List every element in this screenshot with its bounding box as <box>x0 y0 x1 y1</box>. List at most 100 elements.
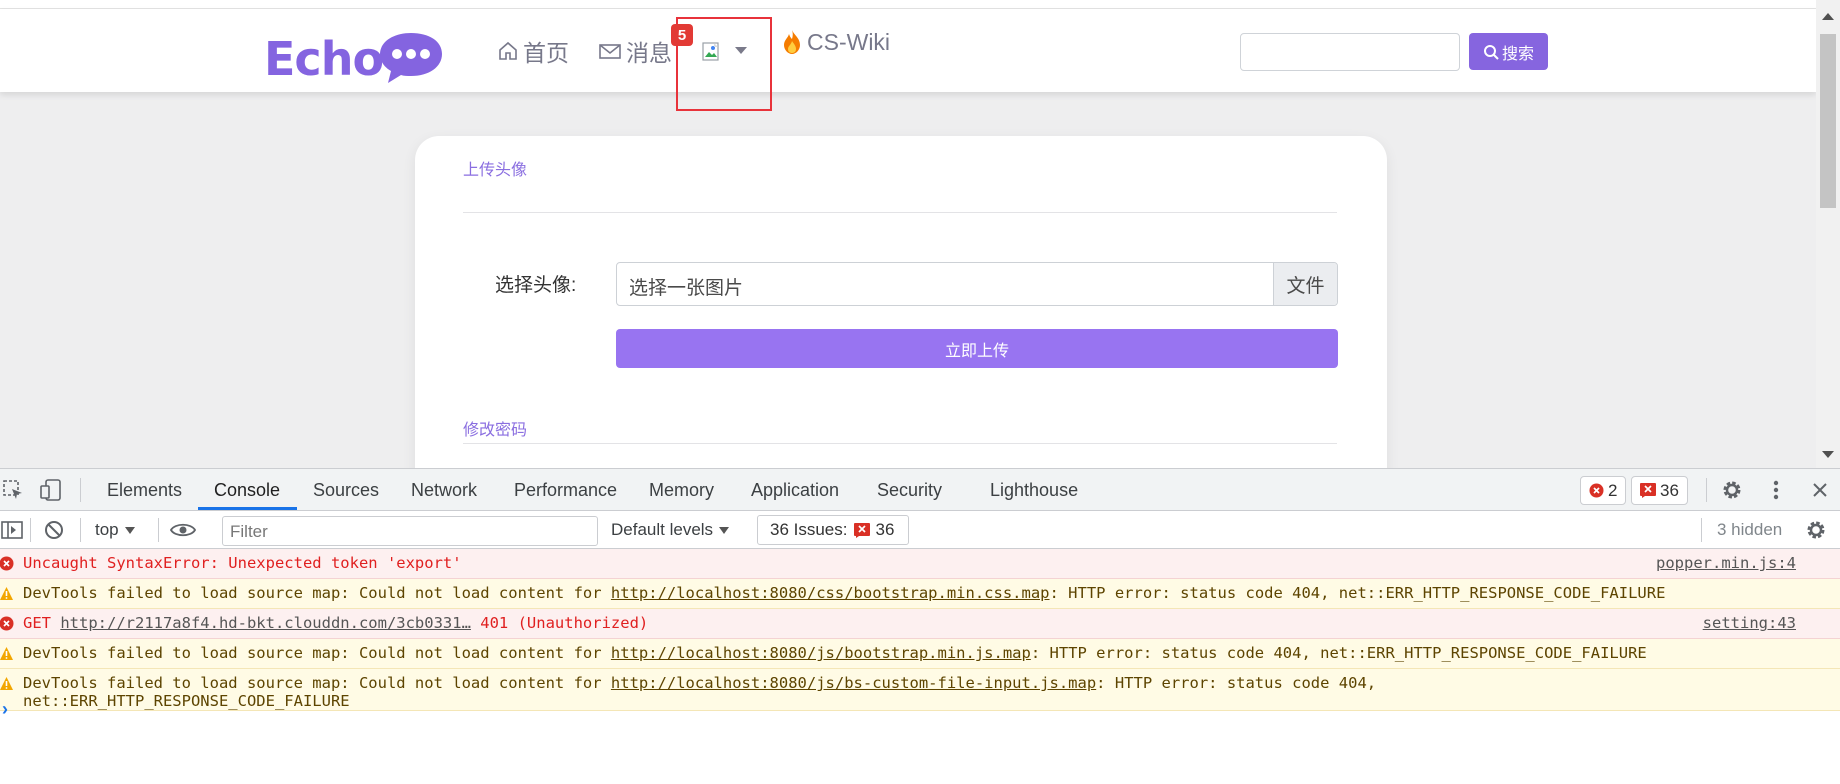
log-source-link[interactable]: popper.min.js:4 <box>1656 554 1796 572</box>
error-circle-icon <box>1589 483 1604 498</box>
live-expression-eye-icon[interactable] <box>169 520 197 540</box>
error-circle-icon <box>0 556 14 571</box>
console-filter-input[interactable]: Filter <box>222 516 598 546</box>
device-toolbar-icon[interactable] <box>38 478 64 502</box>
logo-text: Echo <box>264 32 384 86</box>
web-viewport: Echo 首页 消息 5 CS-Wiki 搜索 上传头像 选择头像: 选择一张图… <box>0 0 1840 468</box>
issue-flag-icon <box>1640 483 1656 498</box>
envelope-icon <box>599 44 621 59</box>
section-title-upload-avatar: 上传头像 <box>463 162 528 179</box>
console-warning-row[interactable]: DevTools failed to load source map: Coul… <box>0 639 1840 669</box>
tab-memory[interactable]: Memory <box>649 469 714 511</box>
section-title-change-password: 修改密码 <box>463 422 528 439</box>
log-message: DevTools failed to load source map: Coul… <box>23 584 1666 602</box>
avatar-field-label: 选择头像: <box>495 275 577 296</box>
search-button-label: 搜索 <box>1501 45 1534 63</box>
warning-triangle-icon <box>0 647 13 660</box>
error-count: 2 <box>1608 480 1618 500</box>
site-logo[interactable]: Echo <box>264 29 444 86</box>
log-message: DevTools failed to load source map: Coul… <box>23 674 1377 692</box>
scrollbar-thumb[interactable] <box>1820 34 1836 208</box>
levels-dropdown-caret-icon <box>719 527 730 535</box>
chat-bubble-icon <box>380 33 442 83</box>
tab-sources[interactable]: Sources <box>313 469 379 511</box>
issue-count-chip[interactable]: 36 <box>1631 476 1688 505</box>
page: Echo 首页 消息 5 CS-Wiki 搜索 上传头像 选择头像: 选择一张图… <box>0 0 1840 784</box>
log-url-link[interactable]: http://r2117a8f4.hd-bkt.clouddn.com/3cb0… <box>60 614 471 632</box>
tab-lighthouse[interactable]: Lighthouse <box>990 469 1078 511</box>
issue-flag-icon <box>853 522 870 538</box>
settings-gear-icon[interactable] <box>1720 478 1744 502</box>
more-options-icon[interactable] <box>1764 478 1788 502</box>
toolbar-separator <box>80 518 81 542</box>
tab-network[interactable]: Network <box>411 469 477 511</box>
upload-now-button[interactable]: 立即上传 <box>616 329 1338 368</box>
console-warning-row[interactable]: DevTools failed to load source map: Coul… <box>0 669 1840 711</box>
toolbar-separator <box>1701 518 1702 542</box>
toolbar-separator <box>158 518 159 542</box>
search-input[interactable] <box>1240 33 1460 71</box>
error-circle-icon <box>0 616 14 631</box>
tab-console[interactable]: Console <box>214 469 280 511</box>
log-source-link[interactable]: setting:43 <box>1703 614 1796 632</box>
issue-count: 36 <box>1660 480 1679 500</box>
warning-triangle-icon <box>0 587 13 600</box>
context-dropdown-caret-icon <box>124 527 135 535</box>
file-input-placeholder: 选择一张图片 <box>629 278 744 299</box>
avatar-file-input[interactable]: 选择一张图片 文件 <box>616 262 1338 306</box>
nav-messages-label: 消息 <box>626 40 672 66</box>
tab-performance[interactable]: Performance <box>514 469 617 511</box>
message-count-badge: 5 <box>671 24 693 46</box>
inspect-element-icon[interactable] <box>0 478 26 502</box>
hidden-messages-count: 3 hidden <box>1717 520 1783 539</box>
console-error-row[interactable]: GET http://r2117a8f4.hd-bkt.clouddn.com/… <box>0 609 1840 639</box>
nav-cs-wiki[interactable]: CS-Wiki <box>781 26 890 58</box>
devtools-panel: Elements Console Sources Network Perform… <box>0 468 1840 784</box>
console-toolbar: top Filter Default levels 36 Issues: 36 … <box>0 511 1840 549</box>
tab-elements[interactable]: Elements <box>107 469 182 511</box>
close-icon[interactable] <box>1808 478 1832 502</box>
active-tab-indicator <box>198 507 297 510</box>
log-url-link[interactable]: http://localhost:8080/css/bootstrap.min.… <box>611 584 1050 602</box>
section-divider <box>463 443 1337 444</box>
log-message: GET http://r2117a8f4.hd-bkt.clouddn.com/… <box>23 614 649 632</box>
console-error-row[interactable]: Uncaught SyntaxError: Unexpected token '… <box>0 549 1840 579</box>
tab-application[interactable]: Application <box>751 469 839 511</box>
context-selector-label: top <box>95 520 119 539</box>
home-icon <box>499 41 517 60</box>
log-levels-dropdown[interactable]: Default levels <box>611 520 730 540</box>
issues-label: 36 Issues: <box>770 520 848 539</box>
file-browse-button[interactable]: 文件 <box>1273 263 1337 305</box>
nav-home[interactable]: 首页 <box>497 35 569 67</box>
issues-count: 36 <box>875 520 895 539</box>
nav-messages[interactable]: 消息 <box>598 35 672 67</box>
error-count-chip[interactable]: 2 <box>1580 476 1627 505</box>
toolbar-separator <box>30 518 31 542</box>
scroll-down-arrow-icon[interactable] <box>1822 451 1834 458</box>
context-selector[interactable]: top <box>95 520 135 540</box>
issues-button[interactable]: 36 Issues: 36 <box>757 515 909 545</box>
log-message: Uncaught SyntaxError: Unexpected token '… <box>23 554 462 572</box>
show-sidebar-icon[interactable] <box>0 519 24 541</box>
console-settings-gear-icon[interactable] <box>1804 519 1828 541</box>
console-warning-row[interactable]: DevTools failed to load source map: Coul… <box>0 579 1840 609</box>
nav-home-label: 首页 <box>523 40 569 66</box>
devtools-tab-bar: Elements Console Sources Network Perform… <box>0 469 1840 511</box>
section-divider <box>463 212 1337 213</box>
log-message-continuation: net::ERR_HTTP_RESPONSE_CODE_FAILURE <box>23 692 350 710</box>
search-button[interactable]: 搜索 <box>1469 33 1548 70</box>
clear-console-icon[interactable] <box>42 519 66 541</box>
warning-triangle-icon <box>0 677 13 690</box>
tab-security[interactable]: Security <box>877 469 942 511</box>
page-scrollbar[interactable] <box>1816 0 1840 468</box>
log-url-link[interactable]: http://localhost:8080/js/bootstrap.min.j… <box>611 644 1031 662</box>
settings-card: 上传头像 选择头像: 选择一张图片 文件 立即上传 修改密码 <box>415 136 1387 468</box>
user-menu-caret-icon[interactable] <box>735 47 747 54</box>
console-prompt-icon[interactable]: › <box>2 699 8 720</box>
toolbar-separator <box>80 478 81 502</box>
broken-avatar-image-icon[interactable] <box>702 42 722 63</box>
console-log-area: Uncaught SyntaxError: Unexpected token '… <box>0 549 1840 784</box>
viewport-top-edge <box>0 0 1816 9</box>
log-url-link[interactable]: http://localhost:8080/js/bs-custom-file-… <box>611 674 1096 692</box>
scroll-up-arrow-icon[interactable] <box>1822 13 1834 20</box>
